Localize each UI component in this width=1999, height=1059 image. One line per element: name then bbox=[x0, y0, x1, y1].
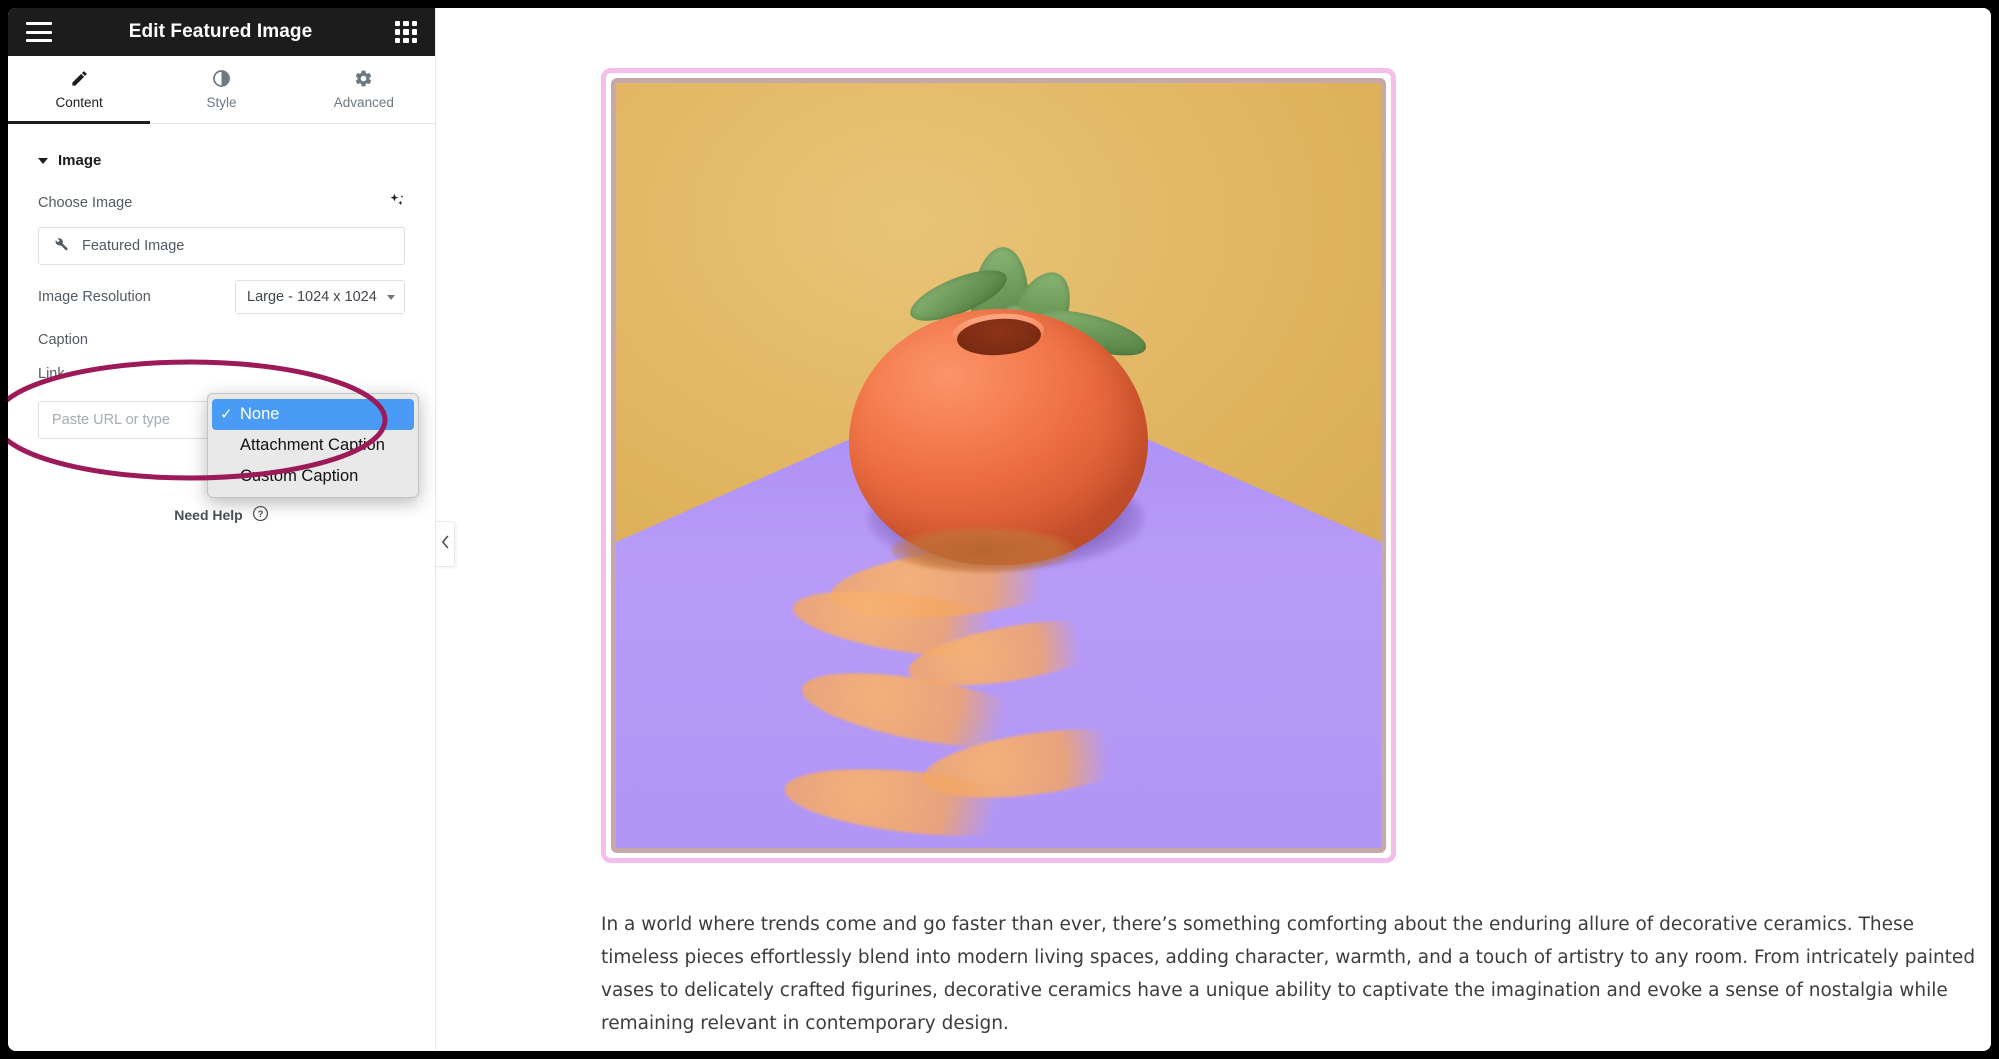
caption-dropdown-menu[interactable]: ✓ None Attachment Caption Custom Caption bbox=[207, 393, 419, 498]
question-circle-icon: ? bbox=[252, 505, 269, 525]
tab-style[interactable]: Style bbox=[150, 56, 292, 123]
tab-advanced-label: Advanced bbox=[333, 95, 394, 110]
caret-down-icon bbox=[38, 157, 48, 164]
contrast-icon bbox=[212, 69, 231, 88]
panel-title: Edit Featured Image bbox=[128, 21, 313, 42]
link-label: Link bbox=[38, 366, 65, 382]
tab-content[interactable]: Content bbox=[8, 56, 151, 124]
section-image-title: Image bbox=[58, 152, 102, 169]
image-resolution-label: Image Resolution bbox=[38, 289, 151, 305]
caption-label: Caption bbox=[38, 332, 88, 348]
caption-row: Caption bbox=[8, 323, 435, 357]
choose-image-label: Choose Image bbox=[38, 195, 133, 211]
featured-image bbox=[611, 78, 1386, 853]
tab-advanced[interactable]: Advanced bbox=[293, 56, 435, 123]
svg-text:?: ? bbox=[257, 509, 263, 519]
gear-icon bbox=[354, 69, 373, 88]
featured-image-widget[interactable] bbox=[601, 68, 1396, 863]
featured-image-value: Featured Image bbox=[82, 238, 185, 254]
caret-down-icon bbox=[387, 294, 395, 300]
dropdown-option-none[interactable]: ✓ None bbox=[212, 399, 414, 430]
dropdown-option-attachment-caption[interactable]: Attachment Caption bbox=[212, 430, 414, 461]
pencil-icon bbox=[70, 69, 89, 88]
ai-sparkle-icon[interactable] bbox=[388, 192, 405, 214]
check-icon: ✓ bbox=[220, 406, 233, 423]
link-row: Link bbox=[8, 357, 435, 391]
dropdown-option-custom-caption[interactable]: Custom Caption bbox=[212, 461, 414, 492]
article-paragraph: In a world where trends come and go fast… bbox=[601, 914, 1976, 1034]
section-image-header[interactable]: Image bbox=[8, 124, 435, 183]
tab-content-label: Content bbox=[55, 95, 103, 110]
image-resolution-select[interactable]: Large - 1024 x 1024 bbox=[235, 280, 405, 314]
panel-collapse-handle[interactable] bbox=[436, 521, 455, 567]
preview-canvas: In a world where trends come and go fast… bbox=[437, 8, 1991, 1051]
featured-image-field[interactable]: Featured Image bbox=[38, 227, 405, 265]
image-resolution-row: Image Resolution Large - 1024 x 1024 bbox=[8, 271, 435, 323]
dropdown-option-label: None bbox=[240, 405, 280, 423]
screenshot-frame: Edit Featured Image Content Style Advanc… bbox=[0, 0, 1999, 1059]
choose-image-row: Choose Image bbox=[8, 183, 435, 223]
panel-tabs: Content Style Advanced bbox=[8, 56, 435, 124]
grid-apps-icon[interactable] bbox=[395, 21, 417, 43]
chevron-left-icon bbox=[441, 535, 450, 554]
tab-style-label: Style bbox=[206, 95, 237, 110]
dropdown-option-label: Attachment Caption bbox=[240, 436, 385, 454]
sand-base bbox=[891, 526, 1075, 573]
image-resolution-value: Large - 1024 x 1024 bbox=[247, 289, 377, 305]
elementor-editor-app: Edit Featured Image Content Style Advanc… bbox=[8, 8, 1991, 1051]
need-help-label: Need Help bbox=[174, 507, 243, 523]
panel-header: Edit Featured Image bbox=[8, 8, 435, 56]
dropdown-option-label: Custom Caption bbox=[240, 467, 359, 485]
need-help-link[interactable]: Need Help ? bbox=[8, 505, 435, 525]
photo-scene bbox=[616, 83, 1381, 848]
editor-panel: Edit Featured Image Content Style Advanc… bbox=[8, 8, 436, 1051]
wrench-icon bbox=[53, 236, 69, 257]
